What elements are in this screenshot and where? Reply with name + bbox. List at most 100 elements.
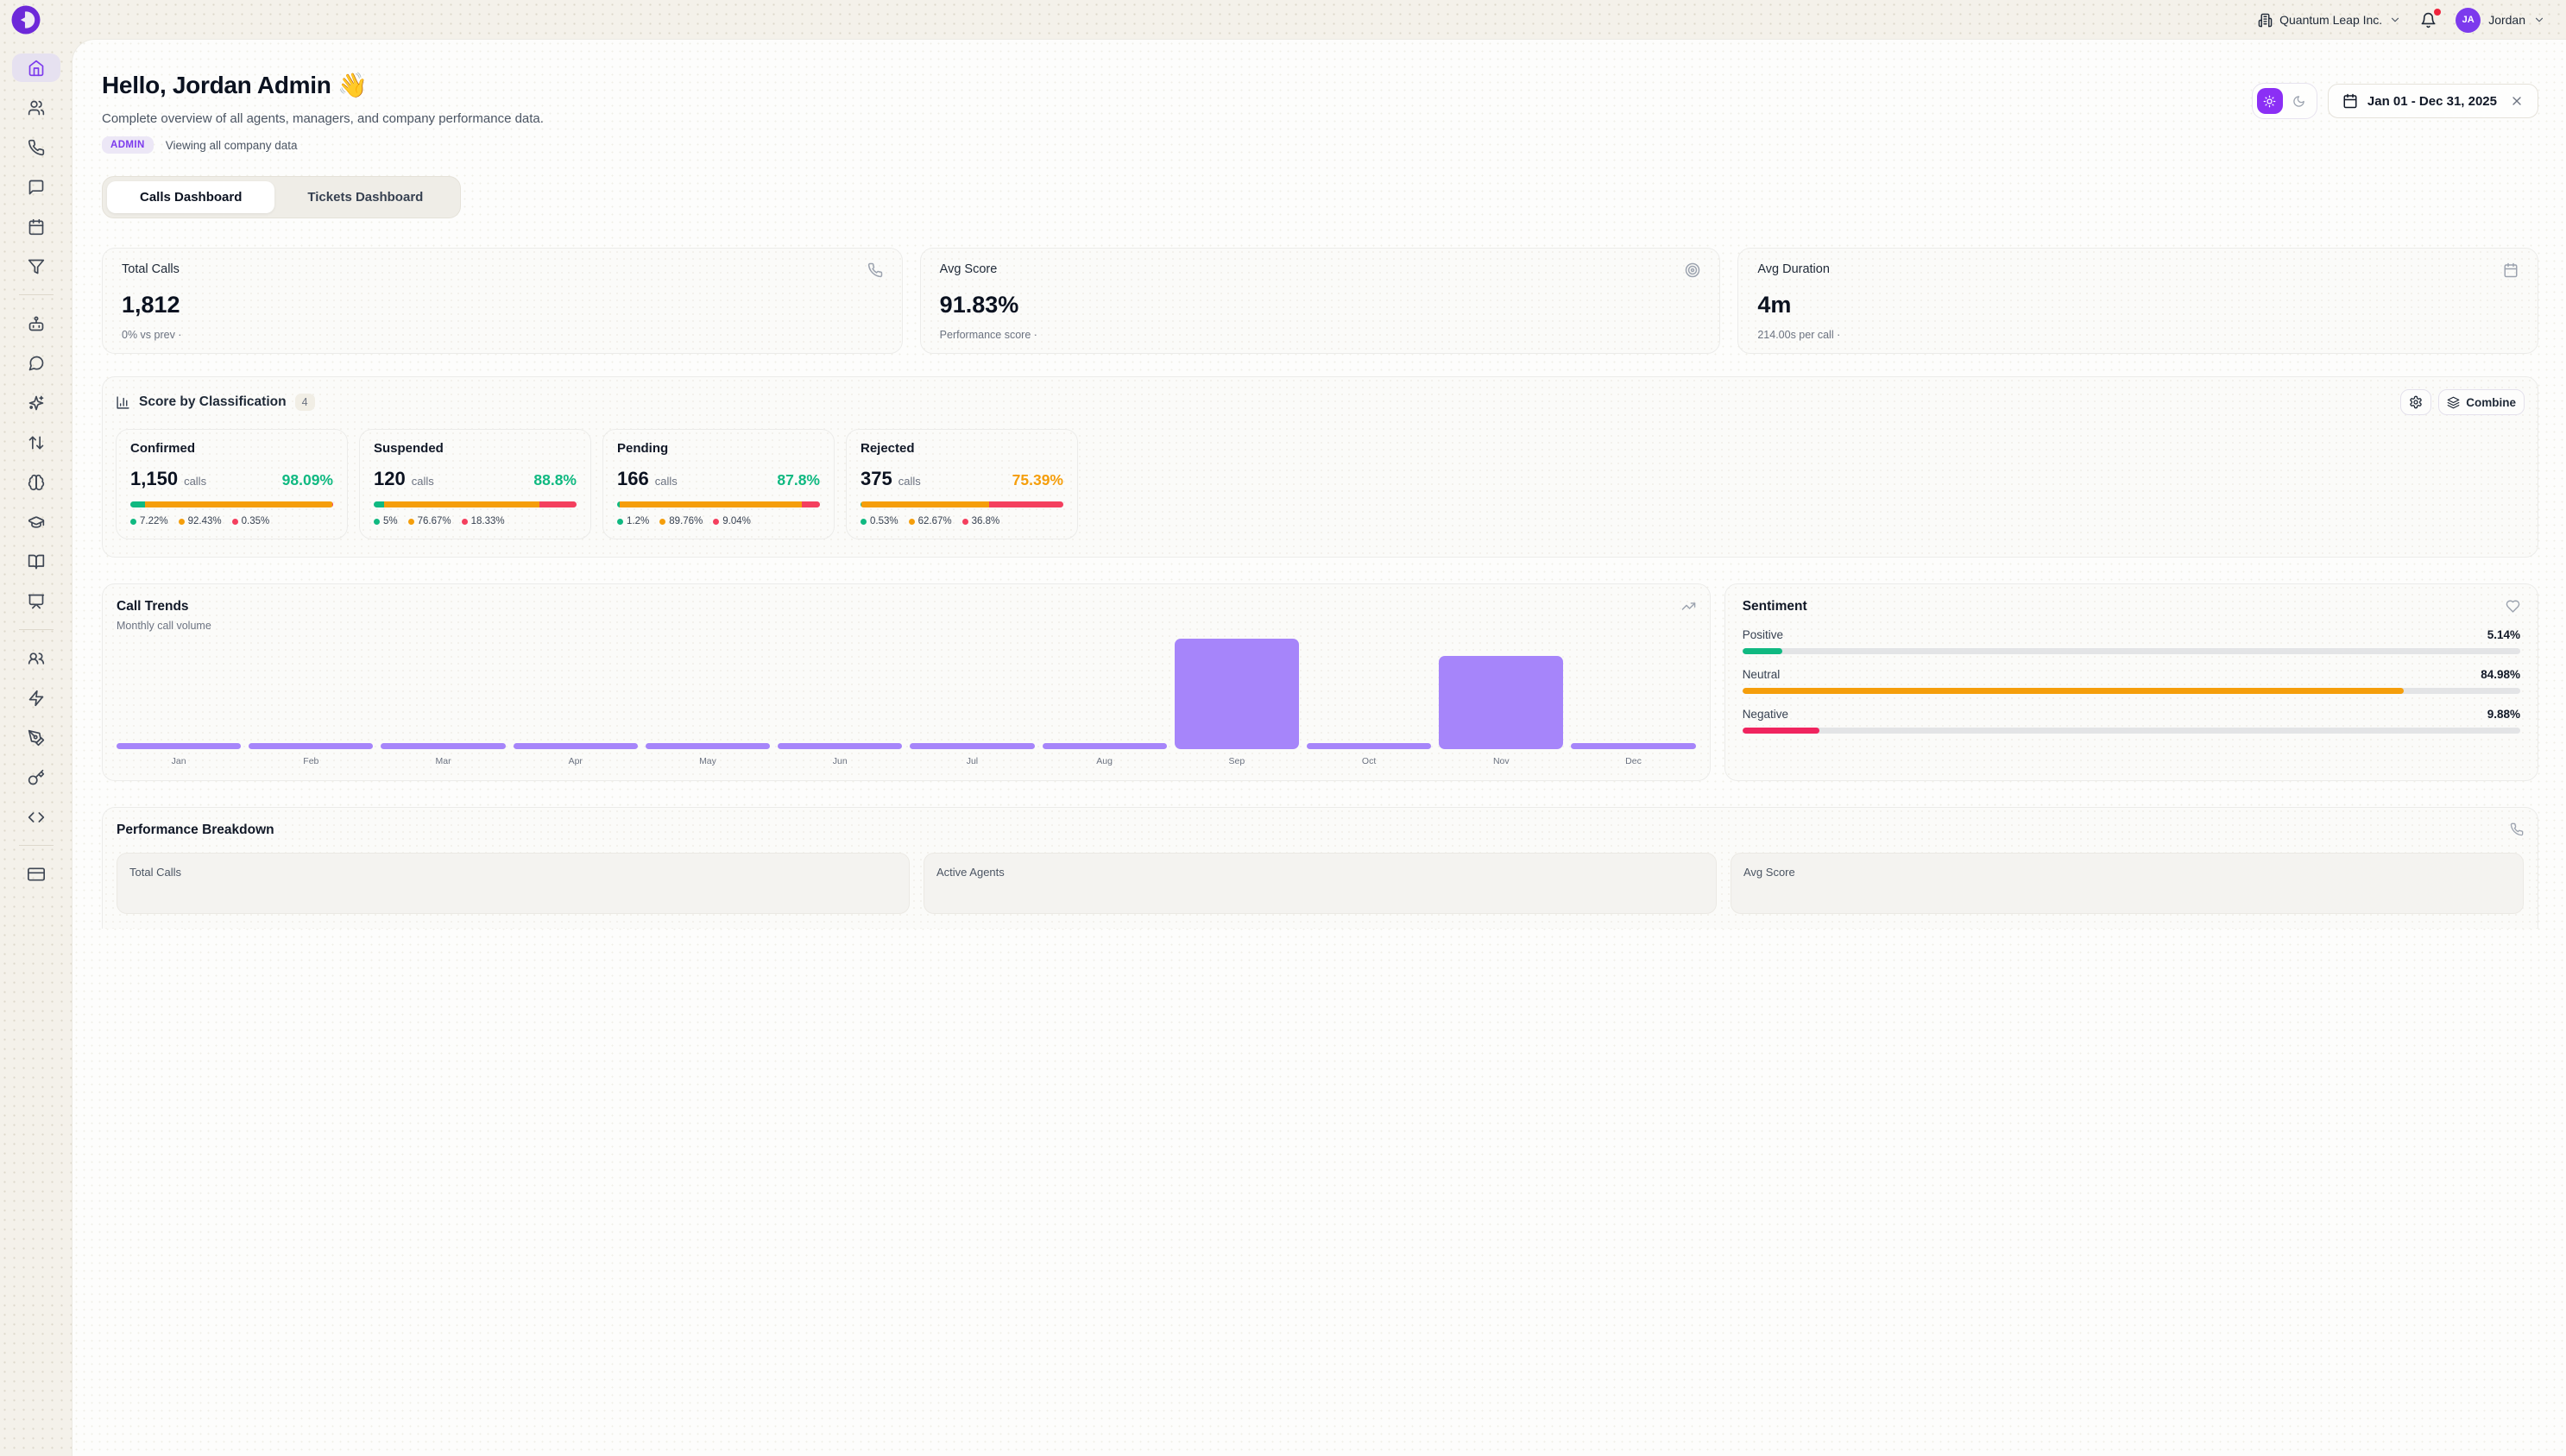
chart-bar-sep[interactable] bbox=[1175, 639, 1299, 749]
sidebar-item-brain[interactable] bbox=[12, 468, 60, 496]
page-title: Hello, Jordan Admin 👋 bbox=[102, 71, 544, 99]
sidebar-item-home[interactable] bbox=[12, 54, 60, 82]
sentiment-value: 5.14% bbox=[2487, 628, 2520, 641]
graduation-cap-icon bbox=[28, 514, 45, 531]
month-label: Jun bbox=[778, 756, 902, 766]
date-range-button[interactable]: Jan 01 - Dec 31, 2025 bbox=[2328, 84, 2538, 118]
legend-dot-icon bbox=[232, 519, 238, 525]
tab-tickets-dashboard[interactable]: Tickets Dashboard bbox=[274, 181, 456, 213]
sidebar-item-code[interactable] bbox=[12, 803, 60, 831]
legend-item: 18.33% bbox=[462, 516, 505, 526]
sidebar-item-calendar[interactable] bbox=[12, 212, 60, 241]
legend-item: 92.43% bbox=[179, 516, 222, 526]
light-mode-button[interactable] bbox=[2257, 88, 2283, 114]
sentiment-fill bbox=[1743, 728, 1819, 734]
sentiment-track bbox=[1743, 688, 2520, 694]
user-menu[interactable]: JA Jordan bbox=[2456, 8, 2545, 33]
sidebar-item-graduation-cap[interactable] bbox=[12, 507, 60, 536]
dark-mode-button[interactable] bbox=[2286, 88, 2312, 114]
legend-dot-icon bbox=[617, 519, 623, 525]
sidebar-item-credit-card[interactable] bbox=[12, 860, 60, 888]
sidebar-item-key[interactable] bbox=[12, 763, 60, 791]
call-trends-chart: JanFebMarAprMayJunJulAugSepOctNovDec bbox=[117, 639, 1696, 770]
call-trends-card: Call Trends Monthly call volume JanFebMa… bbox=[102, 583, 1711, 781]
sidebar-item-bot[interactable] bbox=[12, 309, 60, 337]
classification-bar bbox=[374, 501, 577, 507]
classification-bar bbox=[130, 501, 333, 507]
users-icon bbox=[28, 99, 45, 117]
month-label: May bbox=[646, 756, 770, 766]
chart-bar-dec[interactable] bbox=[1571, 743, 1695, 749]
chart-bar-jun[interactable] bbox=[778, 743, 902, 749]
sidebar-item-presentation[interactable] bbox=[12, 587, 60, 615]
classification-count-badge: 4 bbox=[295, 394, 315, 411]
chart-bar-nov[interactable] bbox=[1439, 656, 1563, 749]
month-label: Oct bbox=[1307, 756, 1431, 766]
legend-dot-icon bbox=[962, 519, 968, 525]
classification-calls-suffix: calls bbox=[898, 475, 921, 488]
chart-bar-may[interactable] bbox=[646, 743, 770, 749]
settings-button[interactable] bbox=[2400, 389, 2431, 415]
bar-segment bbox=[130, 501, 145, 507]
sentiment-fill bbox=[1743, 688, 2404, 694]
sidebar-item-users-2[interactable] bbox=[12, 644, 60, 672]
sidebar-item-phone[interactable] bbox=[12, 133, 60, 161]
legend-item: 89.76% bbox=[659, 516, 703, 526]
arrows-up-down-icon bbox=[28, 434, 45, 451]
sidebar-item-message-square[interactable] bbox=[12, 173, 60, 201]
home-icon bbox=[28, 60, 45, 77]
chart-bar-feb[interactable] bbox=[249, 743, 373, 749]
combine-button[interactable]: Combine bbox=[2438, 389, 2525, 415]
sentiment-fill bbox=[1743, 648, 1782, 654]
chart-bar-aug[interactable] bbox=[1043, 743, 1167, 749]
sidebar-item-sparkles[interactable] bbox=[12, 388, 60, 417]
chart-bar-jan[interactable] bbox=[117, 743, 241, 749]
clear-date-button[interactable] bbox=[2510, 94, 2524, 108]
message-circle-icon bbox=[28, 355, 45, 372]
sidebar-item-zap[interactable] bbox=[12, 684, 60, 712]
month-label: Dec bbox=[1571, 756, 1695, 766]
close-icon bbox=[2510, 94, 2524, 108]
app-logo[interactable] bbox=[10, 4, 41, 35]
performance-subcard-total-calls: Total Calls bbox=[117, 853, 910, 914]
sidebar-divider bbox=[19, 294, 54, 295]
tab-calls-dashboard[interactable]: Calls Dashboard bbox=[107, 181, 274, 213]
month-label: Apr bbox=[514, 756, 638, 766]
chart-bar-apr[interactable] bbox=[514, 743, 638, 749]
bar-segment bbox=[332, 501, 333, 507]
sidebar-item-filter[interactable] bbox=[12, 252, 60, 280]
performance-subcard-avg-score: Avg Score bbox=[1731, 853, 2524, 914]
classification-name: Pending bbox=[617, 441, 820, 456]
sidebar-item-message-circle[interactable] bbox=[12, 349, 60, 377]
message-square-icon bbox=[28, 179, 45, 196]
sentiment-row-negative: Negative9.88% bbox=[1743, 708, 2520, 734]
bar-segment bbox=[861, 501, 988, 507]
sidebar-item-book-open[interactable] bbox=[12, 547, 60, 576]
classification-calls: 1,150 bbox=[130, 468, 178, 490]
classification-card-confirmed: Confirmed1,150calls98.09%7.22%92.43%0.35… bbox=[116, 429, 348, 539]
date-range-label: Jan 01 - Dec 31, 2025 bbox=[2367, 94, 2497, 109]
month-label: Aug bbox=[1043, 756, 1167, 766]
legend-item: 5% bbox=[374, 516, 398, 526]
legend-item: 0.35% bbox=[232, 516, 270, 526]
sidebar-item-users[interactable] bbox=[12, 93, 60, 122]
sidebar-item-arrows-up-down[interactable] bbox=[12, 428, 60, 457]
sentiment-card: Sentiment Positive5.14%Neutral84.98%Nega… bbox=[1724, 583, 2538, 781]
sparkles-icon bbox=[28, 394, 45, 412]
classification-score: 88.8% bbox=[533, 471, 577, 489]
sentiment-label: Neutral bbox=[1743, 668, 1781, 681]
chart-bar-oct[interactable] bbox=[1307, 743, 1431, 749]
sidebar-item-pen-tool[interactable] bbox=[12, 723, 60, 752]
stats-row: Total Calls1,8120% vs prev ·Avg Score91.… bbox=[102, 248, 2538, 354]
classification-calls-suffix: calls bbox=[184, 475, 206, 488]
combine-label: Combine bbox=[2466, 396, 2516, 409]
legend-dot-icon bbox=[179, 519, 185, 525]
org-switcher[interactable]: Quantum Leap Inc. bbox=[2258, 13, 2401, 28]
classification-card-pending: Pending166calls87.8%1.2%89.76%9.04% bbox=[602, 429, 835, 539]
user-name: Jordan bbox=[2488, 13, 2525, 27]
chart-bar-jul[interactable] bbox=[910, 743, 1034, 749]
stat-label: Avg Duration bbox=[1757, 262, 1830, 276]
legend-item: 62.67% bbox=[909, 516, 952, 526]
notifications-button[interactable] bbox=[2420, 12, 2437, 28]
chart-bar-mar[interactable] bbox=[381, 743, 505, 749]
